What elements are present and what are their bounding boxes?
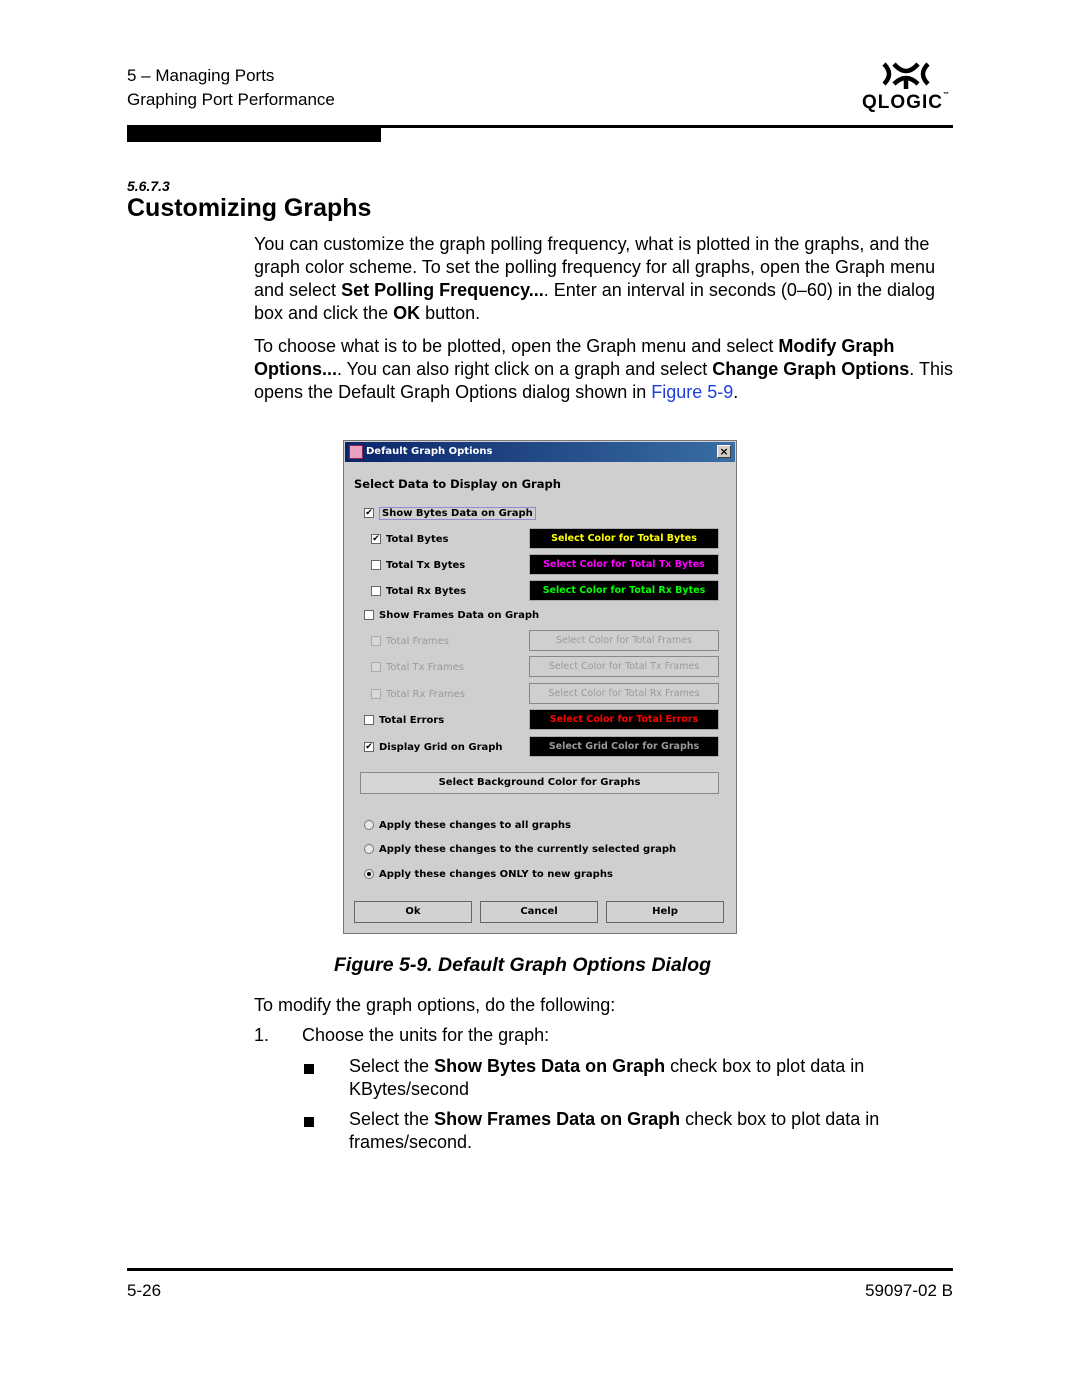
bullet-1: Select the Show Bytes Data on Graph chec… xyxy=(349,1056,865,1099)
apply-option-radio[interactable]: Apply these changes ONLY to new graphs xyxy=(364,866,613,882)
checkbox[interactable]: ✔ xyxy=(364,742,374,752)
checkbox[interactable]: ✔ xyxy=(371,534,381,544)
checkbox-label: Total Bytes xyxy=(386,533,449,545)
checkbox xyxy=(371,689,381,699)
app-icon xyxy=(349,445,363,459)
qlogic-mark-icon xyxy=(882,62,930,89)
dialog-heading: Select Data to Display on Graph xyxy=(354,477,561,491)
figure-caption: Figure 5-9. Default Graph Options Dialog xyxy=(334,954,712,976)
checkbox xyxy=(371,636,381,646)
color-button-total-tx-frames: Select Color for Total Tx Frames xyxy=(529,656,719,677)
qlogic-logo: QLOGIC™ xyxy=(858,60,954,116)
radio-label: Apply these changes to all graphs xyxy=(379,819,571,831)
checkbox xyxy=(371,662,381,672)
radio-button[interactable] xyxy=(364,869,374,879)
checkbox-label: Show Frames Data on Graph xyxy=(379,609,540,621)
dialog-title: Default Graph Options xyxy=(366,446,493,457)
bullet-icon xyxy=(304,1061,314,1079)
checkbox-label: Total Rx Bytes xyxy=(386,585,467,597)
color-button-total-tx-bytes[interactable]: Select Color for Total Tx Bytes xyxy=(529,554,719,575)
header-rule-block xyxy=(127,125,381,142)
checkbox[interactable]: ✔ xyxy=(364,508,374,518)
radio-label: Apply these changes to the currently sel… xyxy=(379,843,677,855)
steps-intro: To modify the graph options, do the foll… xyxy=(254,995,616,1015)
header-chapter: 5 – Managing Ports xyxy=(127,66,275,85)
checkbox[interactable] xyxy=(364,610,374,620)
header-section: Graphing Port Performance xyxy=(127,90,335,109)
trademark: ™ xyxy=(942,92,950,98)
checkbox-label: Show Bytes Data on Graph xyxy=(379,506,536,520)
checkbox[interactable] xyxy=(371,586,381,596)
section-number: 5.6.7.3 xyxy=(127,178,170,194)
footer-rule xyxy=(127,1268,953,1271)
color-button-display-grid-on-graph[interactable]: Select Grid Color for Graphs xyxy=(529,736,719,757)
help-button[interactable]: Help xyxy=(606,901,724,923)
option-total-frames: Total Frames xyxy=(371,633,449,649)
option-total-rx-bytes[interactable]: Total Rx Bytes xyxy=(371,583,466,599)
ok-button[interactable]: Ok xyxy=(354,901,472,923)
logo-text: QLOGIC xyxy=(862,92,943,113)
option-total-errors[interactable]: Total Errors xyxy=(364,712,444,728)
option-display-grid-on-graph[interactable]: ✔ Display Grid on Graph xyxy=(364,739,503,755)
checkbox-label: Total Tx Frames xyxy=(386,661,465,673)
option-show-frames-data-on-graph[interactable]: Show Frames Data on Graph xyxy=(364,607,539,623)
document-number: 59097-02 B xyxy=(865,1281,953,1300)
close-button[interactable]: × xyxy=(717,445,731,458)
bullet-icon xyxy=(304,1114,314,1132)
dialog-titlebar[interactable]: Default Graph Options × xyxy=(345,442,735,462)
option-total-bytes[interactable]: ✔ Total Bytes xyxy=(371,531,448,547)
default-graph-options-dialog: Default Graph Options × Select Data to D… xyxy=(343,440,737,934)
cancel-button[interactable]: Cancel xyxy=(480,901,598,923)
radio-button[interactable] xyxy=(364,844,374,854)
option-total-tx-frames: Total Tx Frames xyxy=(371,659,464,675)
step-1-number: 1. xyxy=(254,1025,270,1045)
checkbox[interactable] xyxy=(364,715,374,725)
option-show-bytes-data-on-graph[interactable]: ✔ Show Bytes Data on Graph xyxy=(364,505,536,521)
color-button-total-rx-bytes[interactable]: Select Color for Total Rx Bytes xyxy=(529,580,719,601)
color-button-total-frames: Select Color for Total Frames xyxy=(529,630,719,651)
checkbox-label: Total Errors xyxy=(379,714,445,726)
select-background-color-button[interactable]: Select Background Color for Graphs xyxy=(360,772,719,794)
bullet-2: Select the Show Frames Data on Graph che… xyxy=(349,1109,880,1152)
color-button-total-bytes[interactable]: Select Color for Total Bytes xyxy=(529,528,719,549)
checkbox[interactable] xyxy=(371,560,381,570)
step-1-text: Choose the units for the graph: xyxy=(302,1025,550,1045)
option-total-rx-frames: Total Rx Frames xyxy=(371,686,465,702)
section-title: Customizing Graphs xyxy=(127,194,372,222)
page-number: 5-26 xyxy=(127,1281,162,1300)
checkbox-label: Total Tx Bytes xyxy=(386,559,466,571)
paragraph-1: You can customize the graph polling freq… xyxy=(254,234,936,323)
color-button-total-errors[interactable]: Select Color for Total Errors xyxy=(529,709,719,730)
paragraph-2: To choose what is to be plotted, open th… xyxy=(254,336,953,402)
radio-label: Apply these changes ONLY to new graphs xyxy=(379,868,613,880)
figure-link[interactable]: Figure 5-9 xyxy=(651,382,733,402)
apply-option-radio[interactable]: Apply these changes to all graphs xyxy=(364,817,571,833)
radio-button[interactable] xyxy=(364,820,374,830)
checkbox-label: Total Frames xyxy=(386,635,449,647)
checkbox-label: Display Grid on Graph xyxy=(379,741,503,753)
option-total-tx-bytes[interactable]: Total Tx Bytes xyxy=(371,557,465,573)
color-button-total-rx-frames: Select Color for Total Rx Frames xyxy=(529,683,719,704)
checkbox-label: Total Rx Frames xyxy=(386,688,465,700)
apply-option-radio[interactable]: Apply these changes to the currently sel… xyxy=(364,841,676,857)
